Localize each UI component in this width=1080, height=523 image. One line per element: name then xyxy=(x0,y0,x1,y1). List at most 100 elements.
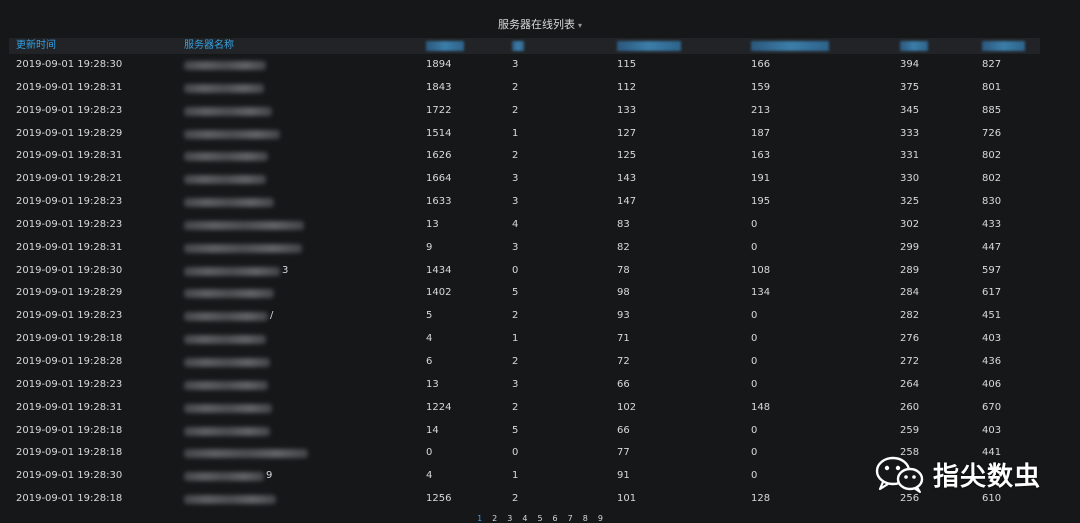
cell-col-6: 0 xyxy=(751,424,758,436)
table-row: 2019-09-01 19:28:31 1626 2 125 163 331 802 xyxy=(9,145,1040,168)
column-header-redacted-7[interactable] xyxy=(900,41,928,51)
cell-col-8: 403 xyxy=(982,424,1002,436)
cell-col-7: 330 xyxy=(900,173,920,185)
column-header-server-name[interactable]: 服务器名称 xyxy=(184,38,234,54)
column-header-redacted-5[interactable] xyxy=(617,41,681,51)
cell-update-time: 2019-09-01 19:28:21 xyxy=(16,173,123,185)
redacted-server-name xyxy=(184,472,264,482)
cell-update-time: 2019-09-01 19:28:30 xyxy=(16,470,123,482)
cell-col-6: 148 xyxy=(751,401,771,413)
cell-col-4: 2 xyxy=(512,493,519,505)
column-header-redacted-3[interactable] xyxy=(426,41,464,51)
cell-col-5: 101 xyxy=(617,493,637,505)
table-row: 2019-09-01 19:28:31 1843 2 112 159 375 801 xyxy=(9,77,1040,100)
redacted-server-name xyxy=(184,61,266,70)
cell-col-6: 0 xyxy=(751,470,758,482)
redacted-server-name xyxy=(184,289,274,299)
cell-update-time: 2019-09-01 19:28:28 xyxy=(16,355,123,367)
cell-col-8: 802 xyxy=(982,173,1002,185)
cell-col-4: 1 xyxy=(512,470,519,482)
chevron-down-icon[interactable]: ▾ xyxy=(578,21,582,30)
table-row: 2019-09-01 19:28:23 / 5 2 93 0 282 451 xyxy=(9,305,1040,328)
cell-update-time: 2019-09-01 19:28:18 xyxy=(16,424,123,436)
column-header-update-time[interactable]: 更新时间 xyxy=(16,38,56,54)
cell-col-6: 128 xyxy=(751,493,771,505)
cell-col-5: 71 xyxy=(617,333,630,345)
cell-col-7: 276 xyxy=(900,333,920,345)
cell-col-8: 827 xyxy=(982,59,1002,70)
cell-col-6: 187 xyxy=(751,127,771,139)
redacted-server-name xyxy=(184,357,270,367)
cell-col-7: 284 xyxy=(900,287,920,299)
redacted-server-name xyxy=(184,380,268,390)
cell-col-4: 2 xyxy=(512,104,519,116)
cell-col-8: 726 xyxy=(982,127,1002,139)
cell-update-time: 2019-09-01 19:28:29 xyxy=(16,287,123,299)
column-header-redacted-4[interactable] xyxy=(512,41,524,51)
cell-col-8: 885 xyxy=(982,104,1002,116)
watermark-text: 指尖数虫 xyxy=(933,461,1042,492)
table-body: 2019-09-01 19:28:30 1894 3 115 166 394 827 2019… xyxy=(9,54,1040,511)
cell-col-6: 0 xyxy=(751,355,758,367)
cell-col-4: 5 xyxy=(512,287,519,299)
cell-col-7: 289 xyxy=(900,264,920,276)
cell-col-5: 91 xyxy=(617,470,630,482)
cell-col-3: 5 xyxy=(426,310,433,322)
cell-col-8: 447 xyxy=(982,241,1002,253)
redacted-server-name xyxy=(184,152,268,162)
cell-col-6: 0 xyxy=(751,241,758,253)
cell-col-3: 1434 xyxy=(426,264,452,276)
redacted-server-name xyxy=(184,198,274,208)
redacted-server-name xyxy=(184,220,304,230)
cell-col-7: 345 xyxy=(900,104,920,116)
cell-col-3: 4 xyxy=(426,470,433,482)
cell-update-time: 2019-09-01 19:28:18 xyxy=(16,447,123,459)
table-row: 2019-09-01 19:28:29 1402 5 98 134 284 617 xyxy=(9,282,1040,305)
redacted-server-name xyxy=(184,312,268,322)
cell-col-8: 802 xyxy=(982,150,1002,162)
cell-col-4: 0 xyxy=(512,447,519,459)
cell-col-7: 272 xyxy=(900,355,920,367)
cell-col-3: 1402 xyxy=(426,287,452,299)
cell-col-5: 93 xyxy=(617,310,630,322)
cell-server-name-suffix: 9 xyxy=(266,470,273,482)
redacted-server-name xyxy=(184,266,280,276)
redacted-server-name xyxy=(184,106,272,116)
cell-col-6: 0 xyxy=(751,333,758,345)
cell-col-7: 282 xyxy=(900,310,920,322)
cell-update-time: 2019-09-01 19:28:23 xyxy=(16,310,123,322)
wechat-logo-icon xyxy=(873,454,927,494)
redacted-server-name xyxy=(184,335,266,345)
cell-col-5: 147 xyxy=(617,196,637,208)
table-row: 2019-09-01 19:28:23 1633 3 147 195 325 830 xyxy=(9,191,1040,214)
server-table: 更新时间 服务器名称 2019-09-01 19:28:30 1894 3 115 16… xyxy=(9,38,1040,511)
cell-col-8: 451 xyxy=(982,310,1002,322)
cell-col-8: 830 xyxy=(982,196,1002,208)
cell-col-6: 0 xyxy=(751,218,758,230)
cell-col-6: 195 xyxy=(751,196,771,208)
table-row: 2019-09-01 19:28:28 6 2 72 0 272 436 xyxy=(9,351,1040,374)
cell-col-3: 1843 xyxy=(426,81,452,93)
cell-col-3: 14 xyxy=(426,424,439,436)
redacted-server-name xyxy=(184,243,302,253)
cell-update-time: 2019-09-01 19:28:30 xyxy=(16,264,123,276)
cell-col-7: 299 xyxy=(900,241,920,253)
redacted-server-name xyxy=(184,403,272,413)
cell-col-5: 127 xyxy=(617,127,637,139)
cell-col-5: 77 xyxy=(617,447,630,459)
cell-col-8: 406 xyxy=(982,378,1002,390)
table-row: 2019-09-01 19:28:30 1894 3 115 166 394 827 xyxy=(9,54,1040,77)
cell-col-3: 6 xyxy=(426,355,433,367)
cell-col-7: 302 xyxy=(900,218,920,230)
cell-col-3: 13 xyxy=(426,378,439,390)
cell-col-6: 0 xyxy=(751,447,758,459)
column-header-redacted-6[interactable] xyxy=(751,41,829,51)
cell-col-5: 78 xyxy=(617,264,630,276)
cell-col-3: 9 xyxy=(426,241,433,253)
column-header-redacted-8[interactable] xyxy=(982,41,1025,51)
redacted-server-name xyxy=(184,175,266,185)
cell-col-4: 3 xyxy=(512,196,519,208)
redacted-server-name xyxy=(184,83,264,93)
panel-title[interactable]: 服务器在线列表 ▾ xyxy=(0,16,1080,32)
cell-col-3: 4 xyxy=(426,333,433,345)
